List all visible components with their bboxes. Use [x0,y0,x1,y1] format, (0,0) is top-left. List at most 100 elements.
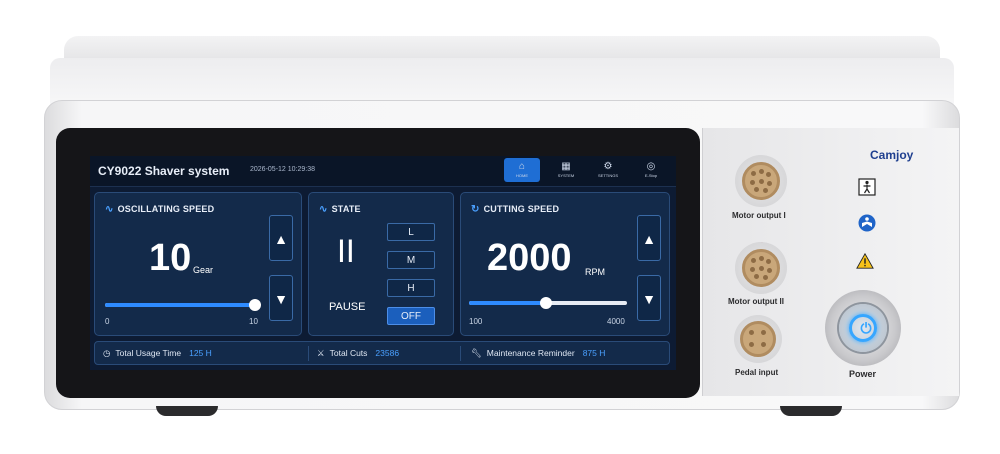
oscillating-slider-fill [105,303,255,307]
connector-pin [751,258,756,263]
oscillating-speed-unit: Gear [193,265,214,275]
usage-time-value: 125 H [189,348,212,358]
total-cuts-status: ⚔ Total Cuts 23586 [317,348,399,359]
maintenance-status: 🔧︎ Maintenance Reminder 875 H [471,348,605,359]
usage-time-label: Total Usage Time [115,348,182,358]
gear-icon: ⚙ [603,161,613,172]
clock-icon: ◷ [103,348,111,358]
device-foot-left [156,406,218,416]
power-button[interactable]: ⏻ [825,290,901,366]
status-divider [308,346,309,361]
connector-pin [759,266,764,271]
read-manual-icon [858,214,876,232]
connector-pin [750,180,755,185]
touch-screen: CY9022 Shaver system 2026-05-12 10:29:38… [90,156,676,370]
pedal-input-label: Pedal input [735,368,779,377]
power-button-ring: ⏻ [839,304,887,352]
cutting-speed-panel: ↻ CUTTING SPEED 2000 RPM ▲ ▼ 100 4000 [460,192,670,336]
power-led: ⏻ [849,314,877,342]
power-icon: ⏻ [860,320,872,336]
maintenance-label: Maintenance Reminder [486,348,575,358]
mode-button-l[interactable]: L [387,223,435,241]
oscillating-up-button[interactable]: ▲ [269,215,293,261]
oscillating-slider-knob[interactable] [249,299,261,311]
device-foot-right [780,406,842,416]
connector-pin [751,171,756,176]
connector-pin [761,342,766,347]
nav-settings[interactable]: ⚙ SETTINGS [590,158,626,182]
device-lid-slope [50,58,954,106]
connector-pin [763,188,768,193]
connector-pin [761,330,766,335]
oscillating-speed-panel: ∿ OSCILLATING SPEED 10 Gear ▲ ▼ 0 10 [94,192,302,336]
nav-estop[interactable]: ◎ E-Stop [633,158,669,182]
nav-system[interactable]: ▦ SYSTEM [548,158,584,182]
oscillating-speed-label: OSCILLATING SPEED [117,204,215,214]
total-cuts-label: Total Cuts [329,348,368,358]
bf-applied-part-icon [858,178,876,196]
cutting-slider-knob[interactable] [539,297,552,309]
cutting-max-label: 4000 [607,317,625,326]
screen-header: CY9022 Shaver system 2026-05-12 10:29:38… [90,156,676,187]
cutting-min-label: 100 [469,317,483,326]
nav-home[interactable]: ⌂ HOME [504,158,540,182]
blade-icon: ⚔ [317,348,325,358]
mode-button-m[interactable]: M [387,251,435,269]
cutting-speed-unit: RPM [585,267,605,277]
nav-settings-label: SETTINGS [597,173,618,178]
usage-time-status: ◷ Total Usage Time 125 H [103,348,212,359]
brand-logo: Camjoy [870,148,914,162]
motor-output-2-port[interactable] [735,242,787,294]
connector-pin [749,342,754,347]
connector-pin [759,256,764,261]
state-panel: ∿ STATE II PAUSE L M H OFF [308,192,454,336]
connector-pin [754,187,759,192]
motor-output-1-port[interactable] [735,155,787,207]
grid-icon: ▦ [561,161,571,172]
mode-button-h[interactable]: H [387,279,435,297]
nav-estop-label: E-Stop [644,173,658,178]
pulse-icon: ∿ [319,204,328,215]
connector-pin [766,259,771,264]
oscillating-slider[interactable] [105,299,261,311]
status-bar: ◷ Total Usage Time 125 H ⚔ Total Cuts 23586 … [94,341,670,365]
connector-face [742,162,780,200]
state-label: STATE [331,204,361,214]
connector-pin [767,268,772,273]
cutting-up-button[interactable]: ▲ [637,215,661,261]
motor-output-2-label: Motor output II [728,297,784,306]
nav-system-label: SYSTEM [557,173,575,178]
connector-pin [750,267,755,272]
system-title: CY9022 Shaver system [98,164,230,178]
oscillating-speed-value: 10 [149,237,192,279]
cutting-slider[interactable] [469,297,627,309]
warning-icon [856,252,874,269]
power-label: Power [849,369,877,379]
mode-button-off[interactable]: OFF [387,307,435,325]
connector-pin [766,172,771,177]
cutting-speed-label: CUTTING SPEED [483,204,560,214]
oscillating-min-label: 0 [105,317,110,326]
motor-output-1-label: Motor output I [732,211,786,220]
home-icon: ⌂ [518,161,526,172]
oscillating-speed-title: ∿ OSCILLATING SPEED [105,204,214,215]
pulse-icon: ∿ [105,204,114,215]
pedal-input-port[interactable] [734,315,782,363]
oscillating-down-button[interactable]: ▼ [269,275,293,321]
wrench-icon: 🔧︎ [471,348,482,358]
estop-icon: ◎ [646,161,656,172]
oscillating-max-label: 10 [249,317,258,326]
refresh-icon: ↻ [471,204,480,215]
nav-home-label: HOME [516,173,528,178]
cutting-speed-title: ↻ CUTTING SPEED [471,204,559,215]
connector-pin [767,181,772,186]
cutting-slider-fill [469,301,546,305]
state-text: PAUSE [329,301,366,313]
pause-symbol: II [337,233,355,269]
total-cuts-value: 23586 [375,348,400,358]
connector-pin [759,169,764,174]
connector-pin [763,275,768,280]
connector-face [742,249,780,287]
cutting-down-button[interactable]: ▼ [637,275,661,321]
status-divider [460,346,461,361]
